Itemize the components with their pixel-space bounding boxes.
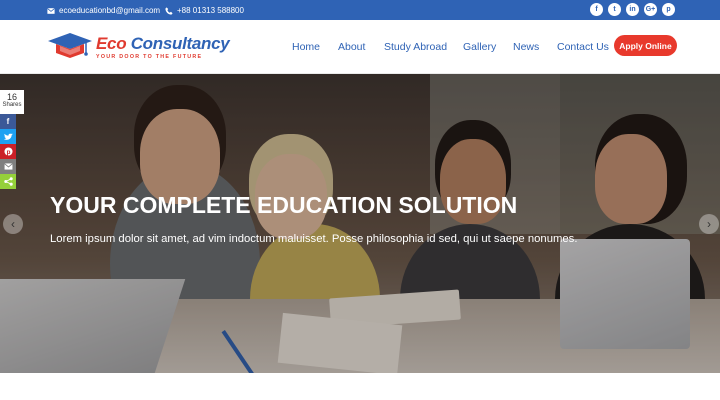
pinterest-icon: p	[3, 147, 13, 156]
twitter-bird-icon	[3, 132, 13, 140]
chevron-left-icon: ‹	[11, 217, 15, 231]
email-contact[interactable]: ecoeducationbd@gmail.com	[47, 6, 160, 15]
share-more-button[interactable]	[0, 174, 16, 189]
slider-next-button[interactable]: ›	[699, 214, 719, 234]
share-facebook-button[interactable]: f	[0, 114, 16, 129]
googleplus-icon[interactable]: G+	[644, 3, 657, 16]
social-links: f t in G+ p	[590, 3, 675, 16]
nav-contact[interactable]: Contact Us	[557, 41, 609, 53]
top-contact-bar: ecoeducationbd@gmail.com +88 01313 58880…	[0, 0, 720, 20]
logo-tagline: YOUR DOOR TO THE FUTURE	[96, 54, 203, 60]
page: ecoeducationbd@gmail.com +88 01313 58880…	[0, 0, 720, 400]
share-count-label: Shares	[2, 102, 22, 108]
share-pinterest-button[interactable]: p	[0, 144, 16, 159]
site-logo[interactable]: Eco Consultancy YOUR DOOR TO THE FUTURE	[46, 31, 246, 63]
linkedin-icon[interactable]: in	[626, 3, 639, 16]
phone-icon	[165, 6, 173, 15]
hero-text: Lorem ipsum dolor sit amet, ad vim indoc…	[50, 233, 578, 245]
apply-online-button[interactable]: Apply Online	[614, 35, 677, 56]
slider-prev-button[interactable]: ‹	[3, 214, 23, 234]
logo-title: Eco Consultancy	[96, 34, 230, 54]
facebook-icon[interactable]: f	[590, 3, 603, 16]
logo-title-rest: Consultancy	[126, 34, 230, 53]
logo-title-eco: Eco	[96, 34, 127, 53]
nav-news[interactable]: News	[513, 41, 539, 53]
share-email-button[interactable]	[0, 159, 16, 174]
nav-home[interactable]: Home	[292, 41, 320, 53]
nav-gallery[interactable]: Gallery	[463, 41, 496, 53]
svg-text:p: p	[6, 149, 10, 156]
share-count-number: 16	[6, 92, 17, 102]
share-twitter-button[interactable]	[0, 129, 16, 144]
phone-text: +88 01313 588800	[177, 6, 244, 15]
phone-contact[interactable]: +88 01313 588800	[165, 6, 244, 15]
twitter-icon[interactable]: t	[608, 3, 621, 16]
envelope-icon	[3, 163, 13, 170]
graduation-cap-icon	[48, 33, 92, 58]
share-count: 16 Shares	[0, 90, 24, 114]
nav-about[interactable]: About	[338, 41, 365, 53]
nav-study-abroad[interactable]: Study Abroad	[384, 41, 447, 53]
site-header: Eco Consultancy YOUR DOOR TO THE FUTURE …	[0, 20, 720, 74]
hero-overlay	[0, 74, 720, 373]
envelope-icon	[47, 7, 55, 14]
email-text: ecoeducationbd@gmail.com	[59, 6, 161, 15]
share-sidebar: 16 Shares f p	[0, 90, 24, 189]
hero-title: YOUR COMPLETE EDUCATION SOLUTION	[50, 192, 518, 218]
hero-slider: YOUR COMPLETE EDUCATION SOLUTION Lorem i…	[0, 74, 720, 373]
facebook-icon: f	[6, 117, 10, 126]
chevron-right-icon: ›	[707, 217, 711, 231]
pinterest-icon[interactable]: p	[662, 3, 675, 16]
share-icon	[3, 177, 13, 186]
